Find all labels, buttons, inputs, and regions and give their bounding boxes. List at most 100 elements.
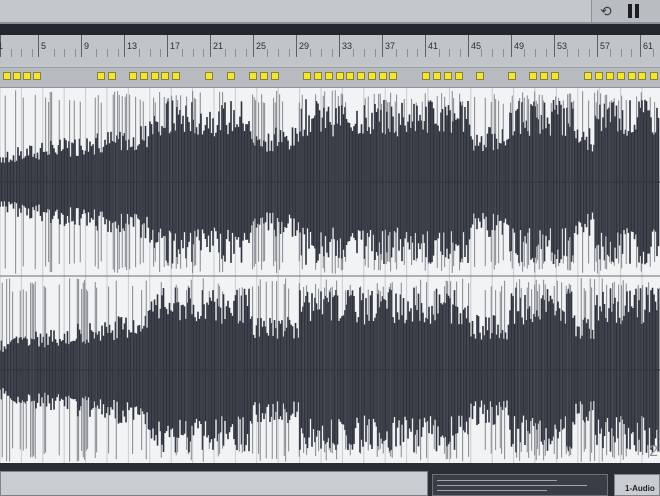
warp-marker[interactable] bbox=[260, 72, 268, 80]
warp-marker[interactable] bbox=[205, 72, 213, 80]
warp-marker[interactable] bbox=[108, 72, 116, 80]
meter-bar bbox=[437, 480, 557, 481]
warp-marker[interactable] bbox=[638, 72, 646, 80]
beat-tick bbox=[203, 49, 204, 57]
warp-marker[interactable] bbox=[271, 72, 279, 80]
bar-label: 13 bbox=[127, 41, 138, 51]
warp-marker[interactable] bbox=[455, 72, 463, 80]
warp-marker[interactable] bbox=[617, 72, 625, 80]
bar-label: 5 bbox=[41, 41, 47, 51]
beat-tick bbox=[407, 49, 408, 57]
audio-waveform[interactable]: 2 bbox=[0, 88, 660, 463]
warp-marker[interactable] bbox=[422, 72, 430, 80]
beat-tick bbox=[610, 49, 611, 57]
warp-marker[interactable] bbox=[314, 72, 322, 80]
warp-marker[interactable] bbox=[97, 72, 105, 80]
warp-marker[interactable] bbox=[595, 72, 603, 80]
beat-tick bbox=[631, 49, 632, 57]
bar-label: 17 bbox=[170, 41, 181, 51]
bar-label: 37 bbox=[385, 41, 396, 51]
warp-marker[interactable] bbox=[606, 72, 614, 80]
warp-marker[interactable] bbox=[172, 72, 180, 80]
warp-marker[interactable] bbox=[129, 72, 137, 80]
bar-tick bbox=[81, 35, 82, 57]
bar-tick bbox=[468, 35, 469, 57]
beat-tick bbox=[524, 49, 525, 57]
warp-marker[interactable] bbox=[476, 72, 484, 80]
toolbar-divider bbox=[0, 24, 660, 35]
warp-marker[interactable] bbox=[325, 72, 333, 80]
beat-tick bbox=[578, 49, 579, 57]
warp-marker[interactable] bbox=[433, 72, 441, 80]
beat-tick bbox=[139, 49, 140, 57]
warp-marker[interactable] bbox=[551, 72, 559, 80]
beat-tick bbox=[375, 49, 376, 57]
bar-tick bbox=[640, 35, 641, 57]
beat-tick bbox=[589, 49, 590, 57]
warp-marker[interactable] bbox=[628, 72, 636, 80]
warp-marker[interactable] bbox=[151, 72, 159, 80]
beat-tick bbox=[54, 49, 55, 57]
beat-tick bbox=[653, 49, 654, 57]
warp-marker[interactable] bbox=[357, 72, 365, 80]
bar-label: 1 bbox=[0, 41, 4, 51]
warp-marker[interactable] bbox=[303, 72, 311, 80]
bar-tick bbox=[597, 35, 598, 57]
warp-marker[interactable] bbox=[249, 72, 257, 80]
warp-marker[interactable] bbox=[161, 72, 169, 80]
beat-tick bbox=[439, 49, 440, 57]
beat-tick bbox=[11, 49, 12, 57]
bar-label: 53 bbox=[557, 41, 568, 51]
warp-marker[interactable] bbox=[650, 72, 658, 80]
warp-marker[interactable] bbox=[529, 72, 537, 80]
bar-tick bbox=[210, 35, 211, 57]
loop-icon[interactable]: ⟲ bbox=[600, 3, 612, 19]
warp-marker[interactable] bbox=[13, 72, 21, 80]
warp-marker[interactable] bbox=[389, 72, 397, 80]
bar-tick bbox=[339, 35, 340, 57]
bar-tick bbox=[296, 35, 297, 57]
warp-marker[interactable] bbox=[336, 72, 344, 80]
clip-detail-panel bbox=[0, 471, 428, 496]
warp-marker[interactable] bbox=[140, 72, 148, 80]
bar-label: 33 bbox=[342, 41, 353, 51]
bar-label: 57 bbox=[600, 41, 611, 51]
beat-tick bbox=[332, 49, 333, 57]
warp-marker[interactable] bbox=[379, 72, 387, 80]
warp-marker[interactable] bbox=[508, 72, 516, 80]
level-meter bbox=[432, 474, 608, 496]
beat-tick bbox=[150, 49, 151, 57]
beat-tick bbox=[396, 49, 397, 57]
beat-tick bbox=[32, 49, 33, 57]
beat-tick bbox=[417, 49, 418, 57]
timeline-ruler[interactable]: 1 5 9 13 17 21 25 29 33 37 41 45 49 53 5… bbox=[0, 35, 660, 68]
warp-marker-row[interactable] bbox=[0, 68, 660, 88]
pause-icon[interactable] bbox=[628, 4, 640, 18]
warp-marker[interactable] bbox=[227, 72, 235, 80]
top-toolbar: ⟲ bbox=[0, 0, 660, 24]
warp-marker[interactable] bbox=[540, 72, 548, 80]
bar-label: 29 bbox=[299, 41, 310, 51]
waveform-canvas bbox=[0, 88, 660, 463]
bar-label: 45 bbox=[471, 41, 482, 51]
beat-tick bbox=[267, 49, 268, 57]
beat-tick bbox=[535, 49, 536, 57]
beat-tick bbox=[278, 49, 279, 57]
bar-label: 41 bbox=[428, 41, 439, 51]
bar-label: 49 bbox=[514, 41, 525, 51]
warp-marker[interactable] bbox=[584, 72, 592, 80]
warp-marker[interactable] bbox=[23, 72, 31, 80]
transport-controls: ⟲ bbox=[591, 0, 660, 22]
track-name[interactable]: 1-Audio bbox=[614, 474, 660, 496]
warp-marker[interactable] bbox=[33, 72, 41, 80]
beat-tick bbox=[75, 49, 76, 57]
beat-tick bbox=[246, 49, 247, 57]
meter-bar bbox=[437, 485, 587, 486]
warp-marker[interactable] bbox=[346, 72, 354, 80]
warp-marker[interactable] bbox=[368, 72, 376, 80]
bar-tick bbox=[554, 35, 555, 57]
warp-marker[interactable] bbox=[444, 72, 452, 80]
warp-marker[interactable] bbox=[3, 72, 11, 80]
beat-tick bbox=[353, 49, 354, 57]
beat-tick bbox=[225, 49, 226, 57]
